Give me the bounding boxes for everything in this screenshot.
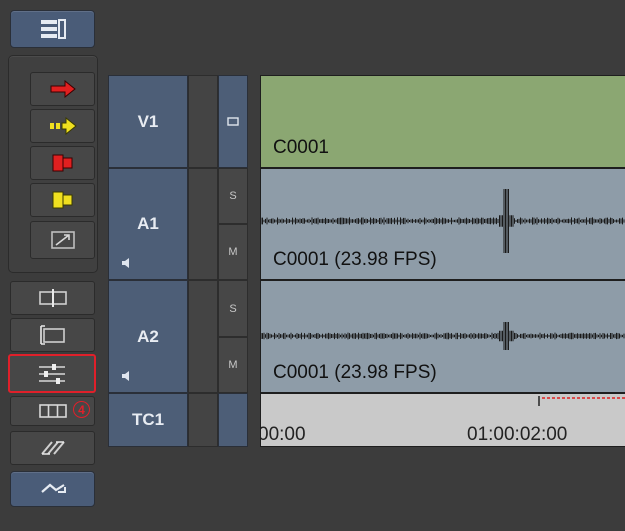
track-name: A2 — [137, 326, 159, 346]
track-tc1-monitor-column[interactable] — [218, 393, 248, 447]
track-a1-header[interactable]: A1 — [108, 168, 188, 280]
chain-icon — [40, 441, 65, 455]
track-a2-solo-button[interactable]: S — [218, 280, 248, 337]
track-a2-mute-button[interactable]: M — [218, 337, 248, 393]
clip-frames-button[interactable]: 4 — [10, 396, 95, 426]
track-name: A1 — [137, 214, 159, 233]
track-tc1-lock-column[interactable] — [188, 393, 218, 447]
track-a1-mute-button[interactable]: M — [218, 224, 248, 280]
track-name: TC1 — [131, 410, 165, 429]
timeline-menu-icon — [40, 19, 66, 39]
track-tc1-header[interactable]: TC1 — [108, 393, 188, 447]
track-v1-monitor-toggle[interactable] — [218, 75, 248, 168]
track-v1-header[interactable]: V1 — [108, 75, 188, 168]
expand-button[interactable] — [10, 471, 95, 507]
yellow-arrow-icon — [49, 117, 77, 135]
lift-overwrite-yellow-button[interactable] — [30, 109, 95, 143]
expand-arrows-icon — [40, 483, 66, 493]
sliders-icon — [39, 363, 65, 384]
audio-clip-a1[interactable]: C0001 (23.98 FPS) — [260, 168, 625, 280]
film-frames-icon — [38, 404, 67, 418]
timecode-ruler[interactable]: 00:00 01:00:02:00 — [260, 393, 625, 447]
timeline-menu-button[interactable] — [10, 10, 95, 48]
split-clip-button[interactable] — [10, 281, 95, 315]
split-clip-icon — [38, 289, 67, 307]
red-splice-icon — [52, 154, 72, 172]
clip-label: C0001 — [273, 137, 329, 158]
clip-label: C0001 (23.98 FPS) — [273, 362, 437, 383]
timecode-label-2s: 01:00:02:00 — [467, 424, 568, 445]
extract-splice-red-button[interactable] — [30, 146, 95, 180]
segment-mode-button[interactable] — [30, 221, 95, 259]
step-number-badge: 4 — [73, 401, 90, 418]
clip-label: C0001 (23.98 FPS) — [273, 249, 437, 270]
track-a2-lock-column[interactable] — [188, 280, 218, 393]
audio-mixer-button[interactable] — [8, 354, 96, 393]
link-tool-button[interactable] — [10, 431, 95, 465]
playhead-marker — [538, 396, 625, 406]
trim-clip-button[interactable] — [10, 318, 95, 352]
track-v1-lock-column[interactable] — [188, 75, 218, 168]
speaker-icon — [122, 371, 129, 381]
audio-clip-a2[interactable]: C0001 (23.98 FPS) — [260, 280, 625, 393]
segment-icon — [50, 231, 75, 249]
extract-splice-yellow-button[interactable] — [30, 183, 95, 217]
lift-overwrite-red-button[interactable] — [30, 72, 95, 106]
track-a1-lock-column[interactable] — [188, 168, 218, 280]
track-a2-header[interactable]: A2 — [108, 280, 188, 393]
track-a1-solo-button[interactable]: S — [218, 168, 248, 224]
monitor-icon — [227, 116, 239, 126]
yellow-splice-icon — [52, 191, 72, 209]
video-clip-v1[interactable]: C0001 — [260, 75, 625, 168]
track-name: V1 — [137, 111, 159, 131]
speaker-icon — [122, 258, 129, 268]
red-arrow-icon — [50, 80, 76, 98]
timecode-label-start: 00:00 — [260, 424, 306, 445]
trim-clip-icon — [39, 325, 65, 345]
